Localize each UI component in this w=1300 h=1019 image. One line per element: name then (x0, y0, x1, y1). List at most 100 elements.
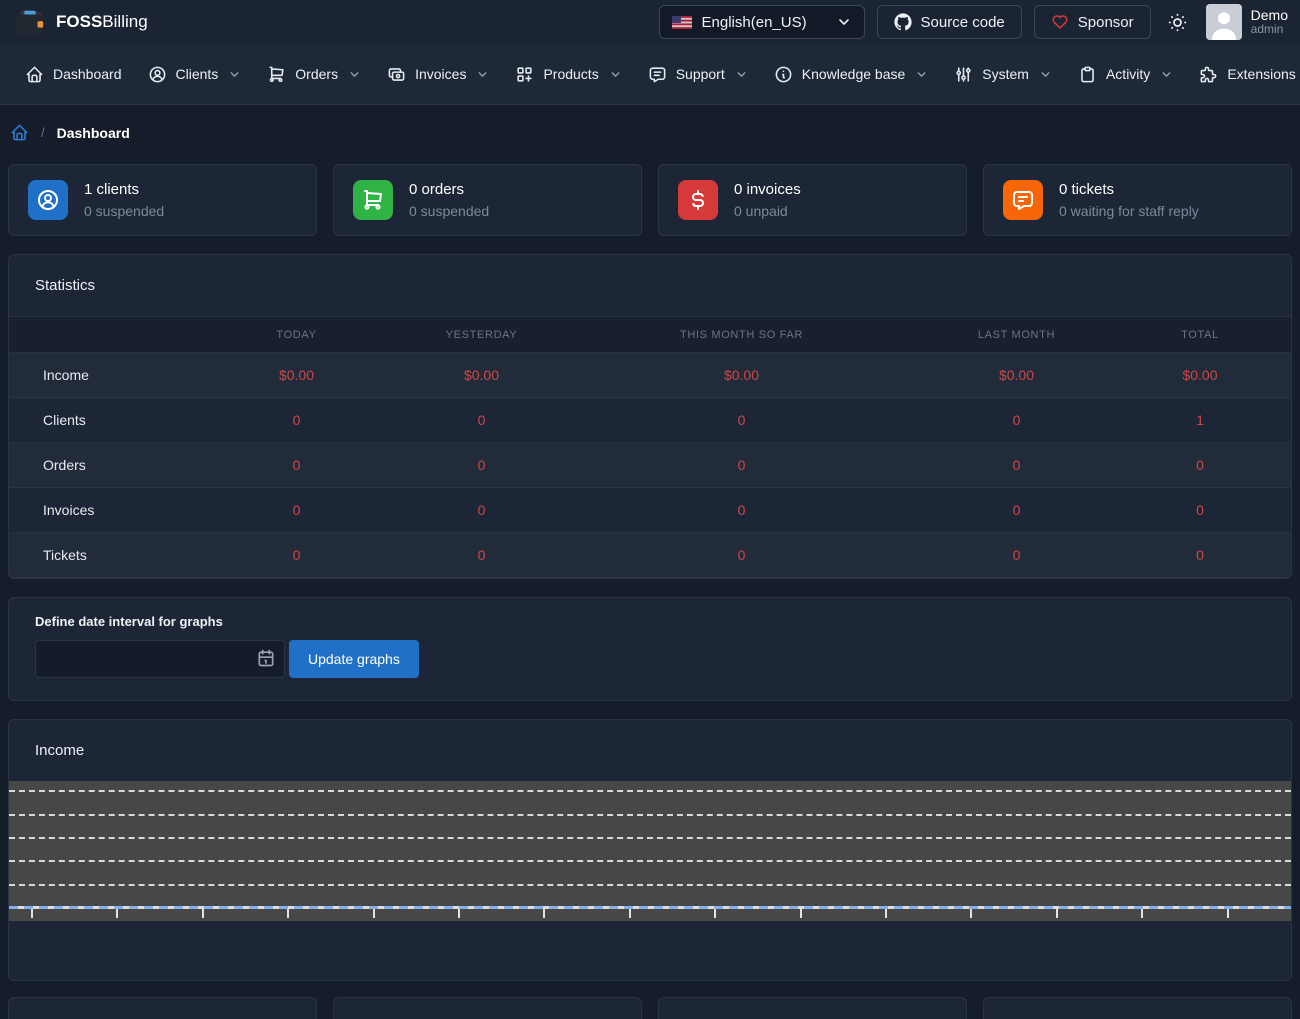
card-subtitle: 0 unpaid (734, 201, 801, 221)
nav-item-activity[interactable]: Activity (1067, 56, 1184, 93)
nav-item-clients[interactable]: Clients (137, 56, 253, 93)
source-code-button[interactable]: Source code (877, 5, 1022, 39)
cell-value: 0 (189, 488, 404, 533)
cell-value: 0 (924, 443, 1109, 488)
x-axis-tick (31, 909, 33, 918)
income-panel: Income (8, 719, 1292, 981)
nav-item-invoices[interactable]: Invoices (376, 56, 500, 93)
chevron-down-icon (1160, 68, 1173, 81)
table-row-orders: Orders 0 0 0 0 0 (9, 443, 1291, 488)
cell-value: 0 (1109, 488, 1291, 533)
summary-cards: 1 clients 0 suspended 0 orders 0 suspend… (8, 164, 1292, 236)
sponsor-button[interactable]: Sponsor (1034, 5, 1151, 39)
theme-toggle-sun-icon[interactable] (1167, 12, 1188, 33)
row-label: Clients (9, 398, 189, 443)
table-row-clients: Clients 0 0 0 0 1 (9, 398, 1291, 443)
cell-value: 0 (404, 398, 559, 443)
x-axis-tick (116, 909, 118, 918)
us-flag-icon (672, 16, 692, 29)
x-axis-tick (1056, 909, 1058, 918)
brand-name: FOSSBilling (56, 12, 148, 32)
user-circle-icon (28, 180, 68, 220)
cash-icon (387, 65, 406, 84)
income-chart[interactable] (9, 781, 1291, 921)
clients-summary-card[interactable]: 1 clients 0 suspended (8, 164, 317, 236)
column-header-last-month: LAST MONTH (924, 317, 1109, 353)
home-icon (25, 65, 44, 84)
table-row-tickets: Tickets 0 0 0 0 0 (9, 533, 1291, 578)
user-name: Demo (1251, 7, 1288, 23)
gridline (9, 814, 1291, 816)
brand-logo[interactable]: FOSSBilling (14, 7, 148, 37)
wallet-logo-icon (14, 7, 46, 37)
heart-icon (1051, 13, 1069, 31)
chevron-down-icon (735, 68, 748, 81)
cell-value: 0 (1109, 533, 1291, 578)
x-axis-tick (202, 909, 204, 918)
invoices-panel: INVOICES (333, 997, 642, 1019)
cell-value: 0 (189, 533, 404, 578)
x-axis-tick (885, 909, 887, 918)
x-axis-tick (458, 909, 460, 918)
column-header-this-month: THIS MONTH SO FAR (559, 317, 924, 353)
table-header-row: TODAY YESTERDAY THIS MONTH SO FAR LAST M… (9, 317, 1291, 353)
statistics-title: Statistics (9, 255, 1291, 316)
orders-summary-card[interactable]: 0 orders 0 suspended (333, 164, 642, 236)
nav-item-products[interactable]: Products (504, 56, 632, 93)
chevron-down-icon (836, 14, 852, 30)
user-menu[interactable]: Demo admin (1206, 4, 1288, 40)
nav-label: Clients (176, 66, 219, 82)
x-axis-tick (1141, 909, 1143, 918)
cell-value: $0.00 (1109, 353, 1291, 398)
date-interval-input[interactable] (35, 640, 285, 678)
nav-label: Products (543, 66, 598, 82)
chevron-down-icon (915, 68, 928, 81)
nav-label: Dashboard (53, 66, 122, 82)
clipboard-icon (1078, 65, 1097, 84)
home-icon[interactable] (10, 123, 29, 142)
tickets-panel: TICKETS (983, 997, 1292, 1019)
cell-value: 0 (924, 398, 1109, 443)
cell-value: 0 (1109, 443, 1291, 488)
cell-value: 0 (924, 533, 1109, 578)
invoices-summary-card[interactable]: 0 invoices 0 unpaid (658, 164, 967, 236)
card-title: 0 invoices (734, 179, 801, 201)
nav-label: System (982, 66, 1029, 82)
x-axis-tick (287, 909, 289, 918)
update-graphs-button[interactable]: Update graphs (289, 640, 419, 678)
cart-icon (353, 180, 393, 220)
chevron-down-icon (476, 68, 489, 81)
language-selector[interactable]: English(en_US) (659, 5, 865, 39)
x-axis-tick (1227, 909, 1229, 918)
card-subtitle: 0 suspended (409, 201, 489, 221)
cell-value: 0 (559, 533, 924, 578)
nav-label: Knowledge base (802, 66, 906, 82)
user-circle-icon (148, 65, 167, 84)
table-row-income: Income $0.00 $0.00 $0.00 $0.00 $0.00 (9, 353, 1291, 398)
nav-item-orders[interactable]: Orders (256, 56, 372, 93)
nav-label: Extensions (1227, 66, 1295, 82)
currency-dollar-icon (678, 180, 718, 220)
top-header: FOSSBilling English(en_US) (0, 0, 1300, 44)
nav-item-extensions[interactable]: Extensions (1188, 56, 1300, 93)
cell-value: 1 (1109, 398, 1291, 443)
gridline (9, 837, 1291, 839)
nav-item-support[interactable]: Support (637, 56, 759, 93)
breadcrumb: / Dashboard (10, 123, 1300, 142)
nav-label: Support (676, 66, 725, 82)
date-interval-label: Define date interval for graphs (35, 614, 1265, 629)
bottom-panels: ORDERS INVOICES CLIENTS TICKETS (8, 997, 1292, 1019)
nav-label: Activity (1106, 66, 1150, 82)
statistics-panel: Statistics TODAY YESTERDAY THIS MONTH SO… (8, 254, 1292, 579)
chevron-down-icon (228, 68, 241, 81)
info-circle-icon (774, 65, 793, 84)
nav-item-dashboard[interactable]: Dashboard (14, 56, 133, 93)
sponsor-label: Sponsor (1078, 14, 1134, 31)
cell-value: 0 (404, 533, 559, 578)
nav-item-knowledge-base[interactable]: Knowledge base (763, 56, 940, 93)
grid-add-icon (515, 65, 534, 84)
github-icon (894, 13, 912, 31)
nav-item-system[interactable]: System (943, 56, 1063, 93)
tickets-summary-card[interactable]: 0 tickets 0 waiting for staff reply (983, 164, 1292, 236)
row-label: Tickets (9, 533, 189, 578)
